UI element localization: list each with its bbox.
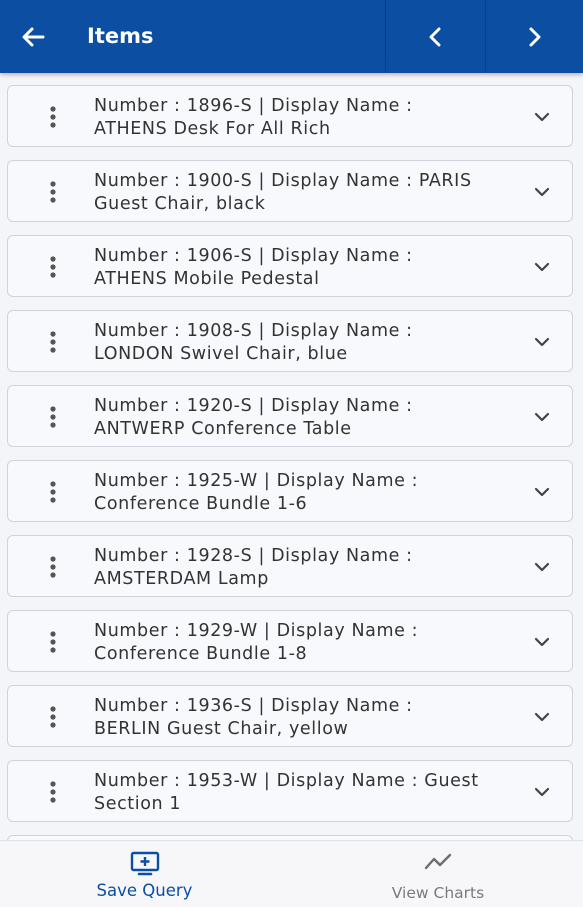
expand-button[interactable] <box>530 386 554 448</box>
item-description: Number : 1896-S | Display Name : ATHENS D… <box>94 95 514 141</box>
more-vertical-icon <box>50 406 56 428</box>
save-query-tab[interactable]: Save Query <box>72 841 217 907</box>
item-line-2: AMSTERDAM Lamp <box>94 569 269 589</box>
item-line-1: Number : 1920-S | Display Name : <box>94 396 413 416</box>
expand-button[interactable] <box>530 236 554 298</box>
more-options-button[interactable] <box>38 236 68 298</box>
list-item[interactable]: Number : 1896-S | Display Name : ATHENS D… <box>7 85 573 147</box>
item-line-2: ANTWERP Conference Table <box>94 419 352 439</box>
item-line-2: ATHENS Mobile Pedestal <box>94 269 320 289</box>
more-options-button[interactable] <box>38 86 68 148</box>
back-button[interactable] <box>0 0 66 73</box>
expand-button[interactable] <box>530 86 554 148</box>
chevron-down-icon <box>534 637 550 647</box>
list-item[interactable]: Number : 1929-W | Display Name : Conferen… <box>7 610 573 672</box>
list-item[interactable]: Number : 1908-S | Display Name : LONDON S… <box>7 310 573 372</box>
item-line-1: Number : 1900-S | Display Name : PARIS <box>94 171 472 191</box>
item-line-1: Number : 1906-S | Display Name : <box>94 246 413 266</box>
more-options-button[interactable] <box>38 536 68 598</box>
item-line-1: Number : 1953-W | Display Name : Guest <box>94 771 479 791</box>
chevron-down-icon <box>534 487 550 497</box>
list-item[interactable]: Number : 1920-S | Display Name : ANTWERP … <box>7 385 573 447</box>
item-description: Number : 1928-S | Display Name : AMSTERDA… <box>94 545 514 591</box>
more-options-button[interactable] <box>38 311 68 373</box>
item-description: Number : 1900-S | Display Name : PARIS Gu… <box>94 170 514 216</box>
item-line-1: Number : 1896-S | Display Name : <box>94 96 413 116</box>
previous-button[interactable] <box>385 0 484 73</box>
chevron-left-icon <box>429 27 441 46</box>
items-list[interactable]: Number : 1896-S | Display Name : ATHENS D… <box>0 73 583 840</box>
expand-button[interactable] <box>530 161 554 223</box>
item-line-1: Number : 1908-S | Display Name : <box>94 321 413 341</box>
item-line-2: LONDON Swivel Chair, blue <box>94 344 348 364</box>
bottom-navigation: Save Query View Charts <box>0 840 583 907</box>
item-line-2: BERLIN Guest Chair, yellow <box>94 719 349 739</box>
item-line-2: Conference Bundle 1-8 <box>94 644 308 664</box>
more-vertical-icon <box>50 331 56 353</box>
list-item[interactable]: Number : 1928-S | Display Name : AMSTERDA… <box>7 535 573 597</box>
item-description: Number : 1925-W | Display Name : Conferen… <box>94 470 514 516</box>
more-options-button[interactable] <box>38 461 68 523</box>
item-line-1: Number : 1928-S | Display Name : <box>94 546 413 566</box>
arrow-left-icon <box>22 27 45 46</box>
item-line-1: Number : 1925-W | Display Name : <box>94 471 419 491</box>
chevron-down-icon <box>534 562 550 572</box>
list-item[interactable]: Number : 1925-W | Display Name : Conferen… <box>7 460 573 522</box>
view-charts-tab[interactable]: View Charts <box>370 841 506 907</box>
expand-button[interactable] <box>530 686 554 748</box>
chevron-down-icon <box>534 337 550 347</box>
list-item[interactable]: Number : 1953-W | Display Name : Guest Se… <box>7 760 573 822</box>
expand-button[interactable] <box>530 311 554 373</box>
expand-button[interactable] <box>530 611 554 673</box>
more-vertical-icon <box>50 556 56 578</box>
item-description: Number : 1936-S | Display Name : BERLIN G… <box>94 695 514 741</box>
more-vertical-icon <box>50 181 56 203</box>
more-vertical-icon <box>50 781 56 803</box>
chevron-down-icon <box>534 712 550 722</box>
expand-button[interactable] <box>530 536 554 598</box>
chevron-right-icon <box>529 27 541 46</box>
item-line-2: ATHENS Desk For All Rich <box>94 119 331 139</box>
save-query-label: Save Query <box>96 881 193 900</box>
item-line-2: Guest Chair, black <box>94 194 266 214</box>
more-vertical-icon <box>50 631 56 653</box>
more-vertical-icon <box>50 256 56 278</box>
chevron-down-icon <box>534 262 550 272</box>
chevron-down-icon <box>534 112 550 122</box>
item-description: Number : 1953-W | Display Name : Guest Se… <box>94 770 514 816</box>
expand-button[interactable] <box>530 761 554 823</box>
top-app-bar: Items <box>0 0 583 73</box>
item-description: Number : 1929-W | Display Name : Conferen… <box>94 620 514 666</box>
more-vertical-icon <box>50 706 56 728</box>
item-line-1: Number : 1936-S | Display Name : <box>94 696 413 716</box>
page-title: Items <box>87 24 154 48</box>
more-options-button[interactable] <box>38 611 68 673</box>
line-chart-icon <box>424 853 452 870</box>
more-vertical-icon <box>50 481 56 503</box>
item-line-1: Number : 1929-W | Display Name : <box>94 621 419 641</box>
chevron-down-icon <box>534 787 550 797</box>
list-item[interactable]: Number : 1906-S | Display Name : ATHENS M… <box>7 235 573 297</box>
item-line-2: Section 1 <box>94 794 182 814</box>
item-description: Number : 1908-S | Display Name : LONDON S… <box>94 320 514 366</box>
more-vertical-icon <box>50 106 56 128</box>
expand-button[interactable] <box>530 461 554 523</box>
next-button[interactable] <box>485 0 583 73</box>
view-charts-label: View Charts <box>391 884 485 902</box>
item-description: Number : 1906-S | Display Name : ATHENS M… <box>94 245 514 291</box>
more-options-button[interactable] <box>38 386 68 448</box>
item-line-2: Conference Bundle 1-6 <box>94 494 308 514</box>
more-options-button[interactable] <box>38 761 68 823</box>
list-item[interactable]: Number : 1936-S | Display Name : BERLIN G… <box>7 685 573 747</box>
monitor-add-icon <box>130 851 159 876</box>
chevron-down-icon <box>534 412 550 422</box>
item-description: Number : 1920-S | Display Name : ANTWERP … <box>94 395 514 441</box>
more-options-button[interactable] <box>38 161 68 223</box>
chevron-down-icon <box>534 187 550 197</box>
more-options-button[interactable] <box>38 686 68 748</box>
list-item[interactable]: Number : 1900-S | Display Name : PARIS Gu… <box>7 160 573 222</box>
